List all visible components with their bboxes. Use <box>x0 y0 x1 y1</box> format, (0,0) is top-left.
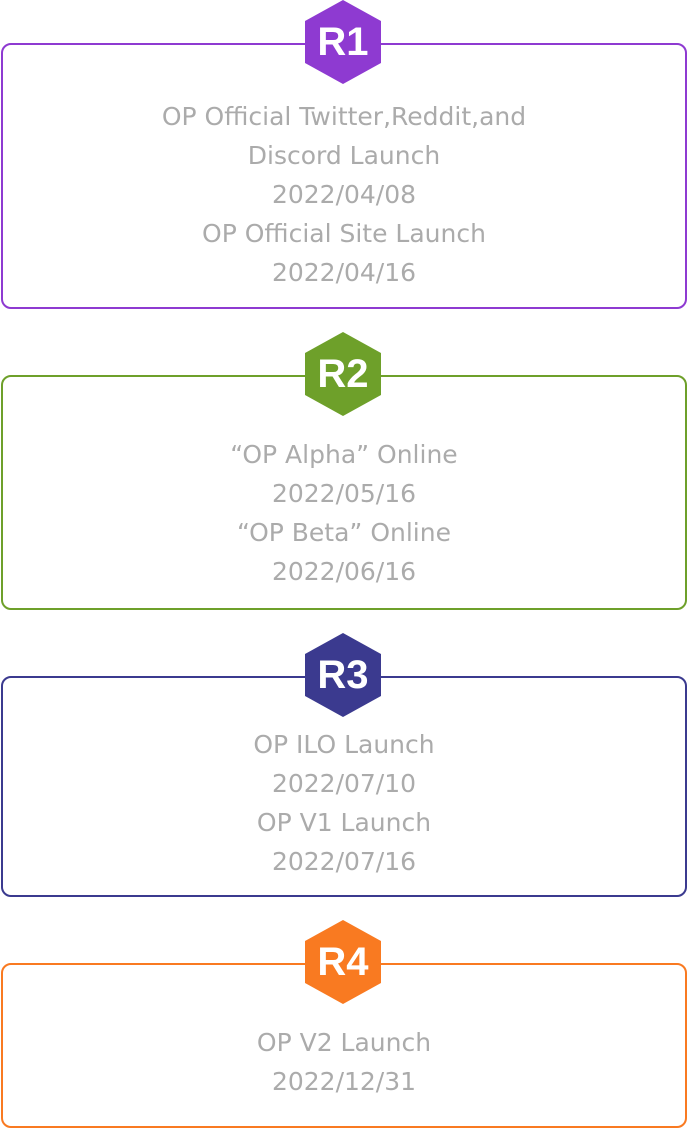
round-4-text: OP V2 Launch 2022/12/31 <box>3 1023 685 1101</box>
round-3-text: OP ILO Launch 2022/07/10 OP V1 Launch 20… <box>3 725 685 881</box>
milestone-text: OP ILO Launch <box>253 730 435 759</box>
milestone-date: 2022/07/16 <box>271 847 417 876</box>
milestone-text: “OP Alpha” Online <box>230 440 458 469</box>
milestone-text: OP Official Site Launch <box>202 219 486 248</box>
milestone-date: 2022/04/16 <box>271 258 417 287</box>
milestone-date: 2022/05/16 <box>271 479 417 508</box>
milestone-text: “OP Beta” Online <box>237 518 451 547</box>
milestone-date: 2022/12/31 <box>271 1067 417 1096</box>
milestone-text: Discord Launch <box>247 141 441 170</box>
milestone-text: OP V1 Launch <box>256 808 432 837</box>
round-2-text: “OP Alpha” Online 2022/05/16 “OP Beta” O… <box>3 435 685 591</box>
milestone-text: OP Official Twitter,Reddit,and <box>161 102 527 131</box>
milestone-date: 2022/06/16 <box>271 557 417 586</box>
milestone-date: 2022/04/08 <box>271 180 417 209</box>
milestone-text: OP V2 Launch <box>256 1028 432 1057</box>
milestone-date: 2022/07/10 <box>271 769 417 798</box>
round-1-text: OP Official Twitter,Reddit,and Discord L… <box>3 97 685 292</box>
